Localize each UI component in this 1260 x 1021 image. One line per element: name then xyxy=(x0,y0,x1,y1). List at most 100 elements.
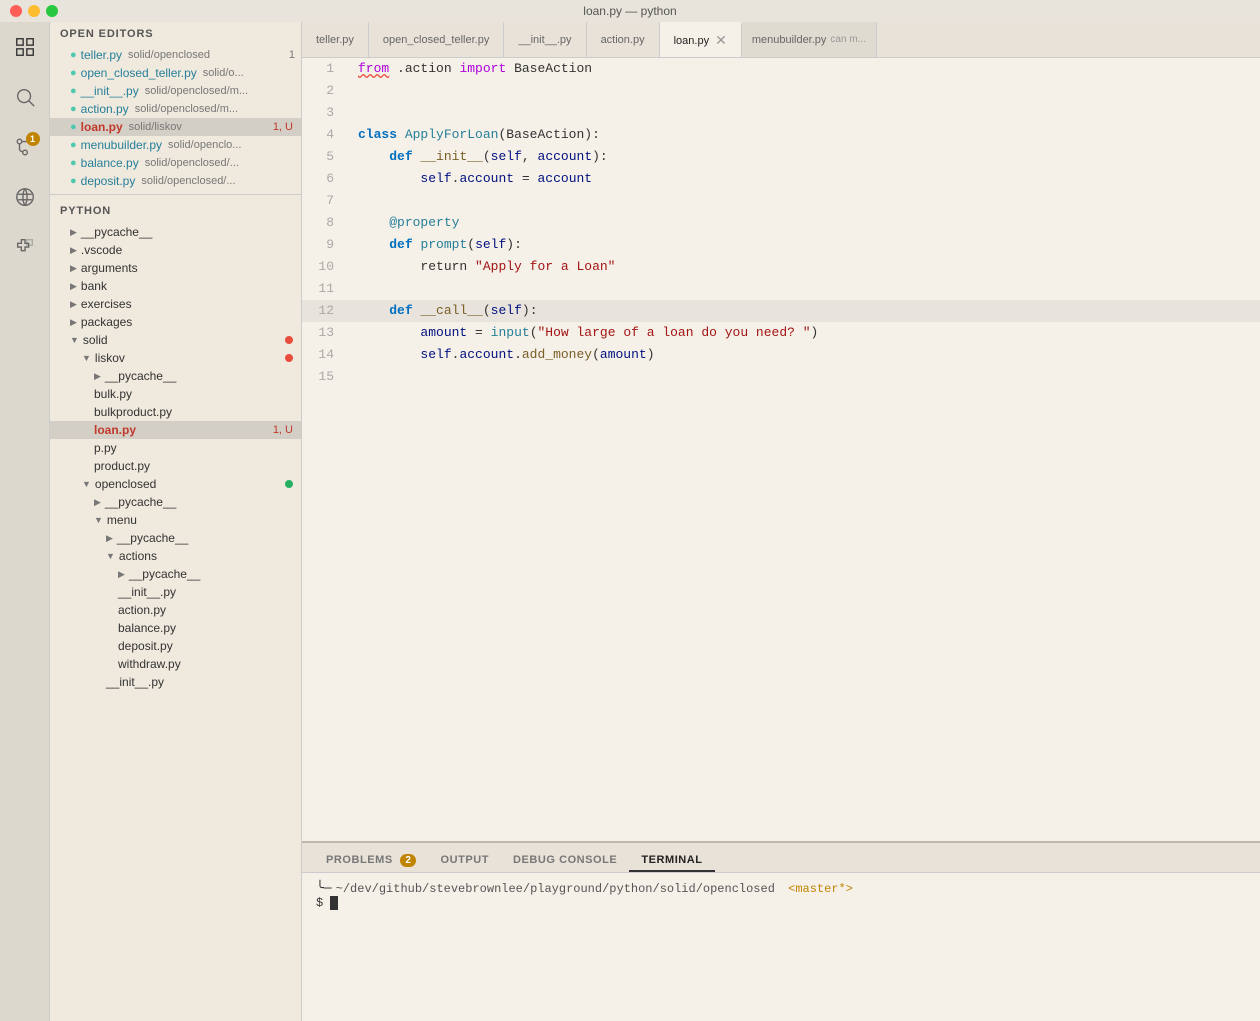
search-activity-icon[interactable] xyxy=(8,80,42,114)
panel-tab-debug-console[interactable]: DEBUG CONSOLE xyxy=(501,850,629,872)
terminal-prompt-line: $ xyxy=(316,896,1246,910)
tree-pycache[interactable]: ▶ __pycache__ xyxy=(50,223,301,241)
code-line-1: 1 from .action import BaseAction xyxy=(302,58,1260,80)
tree-actions-pycache[interactable]: ▶ __pycache__ xyxy=(50,565,301,583)
tree-arguments[interactable]: ▶ arguments xyxy=(50,259,301,277)
terminal-line: ╰─~/dev/github/stevebrownlee/playground/… xyxy=(316,881,1246,896)
code-line-9: 9 def prompt(self): xyxy=(302,234,1260,256)
panel-tab-problems[interactable]: PROBLEMS 2 xyxy=(314,850,428,872)
code-line-12: 12 def __call__(self): xyxy=(302,300,1260,322)
chevron-right-icon: ▶ xyxy=(70,227,77,238)
tree-liskov-pycache[interactable]: ▶ __pycache__ xyxy=(50,367,301,385)
tree-exercises[interactable]: ▶ exercises xyxy=(50,295,301,313)
minimize-button[interactable] xyxy=(28,5,40,17)
file-icon: ● xyxy=(70,49,77,61)
tab-menubuilder[interactable]: menubuilder.py can m... xyxy=(742,22,877,57)
tree-product[interactable]: product.py xyxy=(50,457,301,475)
code-line-11: 11 xyxy=(302,278,1260,300)
chevron-down-icon: ▼ xyxy=(70,335,79,345)
tree-bulk[interactable]: bulk.py xyxy=(50,385,301,403)
editor-area: teller.py open_closed_teller.py __init__… xyxy=(302,22,1260,1021)
problems-count-badge: 2 xyxy=(400,854,416,867)
titlebar: loan.py — python xyxy=(0,0,1260,22)
file-icon: ● xyxy=(70,67,77,79)
tree-actions-init[interactable]: __init__.py xyxy=(50,583,301,601)
tree-openclosed[interactable]: ▼ openclosed xyxy=(50,475,301,493)
window-title: loan.py — python xyxy=(583,4,676,18)
tree-vscode[interactable]: ▶ .vscode xyxy=(50,241,301,259)
tab-init[interactable]: __init__.py xyxy=(504,22,586,57)
code-line-8: 8 @property xyxy=(302,212,1260,234)
tab-teller[interactable]: teller.py xyxy=(302,22,369,57)
open-editor-action[interactable]: ● action.py solid/openclosed/m... xyxy=(50,100,301,118)
git-activity-icon[interactable]: 1 xyxy=(8,130,42,164)
tree-loan[interactable]: loan.py 1, U xyxy=(50,421,301,439)
code-line-6: 6 self.account = account xyxy=(302,168,1260,190)
tree-menu[interactable]: ▼ menu xyxy=(50,511,301,529)
chevron-right-icon: ▶ xyxy=(94,497,101,508)
tree-actions-action[interactable]: action.py xyxy=(50,601,301,619)
explorer-activity-icon[interactable] xyxy=(8,30,42,64)
open-editor-deposit[interactable]: ● deposit.py solid/openclosed/... xyxy=(50,172,301,190)
tree-bank[interactable]: ▶ bank xyxy=(50,277,301,295)
panel-tab-output[interactable]: OUTPUT xyxy=(428,850,501,872)
tree-p[interactable]: p.py xyxy=(50,439,301,457)
code-line-13: 13 amount = input("How large of a loan d… xyxy=(302,322,1260,344)
code-editor[interactable]: 1 from .action import BaseAction 2 3 4 c… xyxy=(302,58,1260,841)
open-editors-header: OPEN EDITORS xyxy=(50,22,301,46)
close-button[interactable] xyxy=(10,5,22,17)
terminal-cursor xyxy=(330,896,338,910)
python-header: PYTHON xyxy=(50,199,301,223)
tree-actions-withdraw[interactable]: withdraw.py xyxy=(50,655,301,673)
extensions-activity-icon[interactable] xyxy=(8,230,42,264)
chevron-right-icon: ▶ xyxy=(106,533,113,544)
chevron-right-icon: ▶ xyxy=(70,263,77,274)
tab-open-closed-teller[interactable]: open_closed_teller.py xyxy=(369,22,504,57)
tab-loan[interactable]: loan.py ✕ xyxy=(660,22,742,57)
open-editor-loan[interactable]: ● loan.py solid/liskov 1, U xyxy=(50,118,301,136)
tree-bulkproduct[interactable]: bulkproduct.py xyxy=(50,403,301,421)
tree-solid[interactable]: ▼ solid xyxy=(50,331,301,349)
tree-actions-balance[interactable]: balance.py xyxy=(50,619,301,637)
chevron-down-icon: ▼ xyxy=(82,353,91,363)
tree-openclosed-pycache[interactable]: ▶ __pycache__ xyxy=(50,493,301,511)
editor-tabs: teller.py open_closed_teller.py __init__… xyxy=(302,22,1260,58)
tree-actions[interactable]: ▼ actions xyxy=(50,547,301,565)
debug-activity-icon[interactable] xyxy=(8,180,42,214)
code-line-2: 2 xyxy=(302,80,1260,102)
code-line-3: 3 xyxy=(302,102,1260,124)
chevron-down-icon: ▼ xyxy=(82,479,91,489)
open-editor-teller[interactable]: ● teller.py solid/openclosed 1 xyxy=(50,46,301,64)
chevron-right-icon: ▶ xyxy=(70,245,77,256)
tab-close-icon[interactable]: ✕ xyxy=(715,32,727,49)
panel-tab-terminal[interactable]: TERMINAL xyxy=(629,850,714,872)
tree-liskov[interactable]: ▼ liskov xyxy=(50,349,301,367)
open-editor-init[interactable]: ● __init__.py solid/openclosed/m... xyxy=(50,82,301,100)
open-editor-balance[interactable]: ● balance.py solid/openclosed/... xyxy=(50,154,301,172)
chevron-down-icon: ▼ xyxy=(106,551,115,561)
chevron-right-icon: ▶ xyxy=(70,299,77,310)
activity-bar: 1 xyxy=(0,22,50,1021)
tree-packages[interactable]: ▶ packages xyxy=(50,313,301,331)
terminal[interactable]: ╰─~/dev/github/stevebrownlee/playground/… xyxy=(302,873,1260,1021)
file-icon: ● xyxy=(70,121,77,133)
liskov-dot xyxy=(285,354,293,362)
chevron-down-icon: ▼ xyxy=(94,515,103,525)
maximize-button[interactable] xyxy=(46,5,58,17)
file-icon: ● xyxy=(70,157,77,169)
solid-dot xyxy=(285,336,293,344)
chevron-right-icon: ▶ xyxy=(70,317,77,328)
file-icon: ● xyxy=(70,139,77,151)
tree-menu-pycache[interactable]: ▶ __pycache__ xyxy=(50,529,301,547)
tree-menu-init[interactable]: __init__.py xyxy=(50,673,301,691)
code-line-5: 5 def __init__(self, account): xyxy=(302,146,1260,168)
chevron-right-icon: ▶ xyxy=(70,281,77,292)
tree-actions-deposit[interactable]: deposit.py xyxy=(50,637,301,655)
file-icon: ● xyxy=(70,85,77,97)
open-editor-open-closed-teller[interactable]: ● open_closed_teller.py solid/o... xyxy=(50,64,301,82)
openclosed-dot xyxy=(285,480,293,488)
open-editor-menubuilder[interactable]: ● menubuilder.py solid/openclo... xyxy=(50,136,301,154)
window-controls xyxy=(10,5,58,17)
file-icon: ● xyxy=(70,175,77,187)
tab-action[interactable]: action.py xyxy=(587,22,660,57)
